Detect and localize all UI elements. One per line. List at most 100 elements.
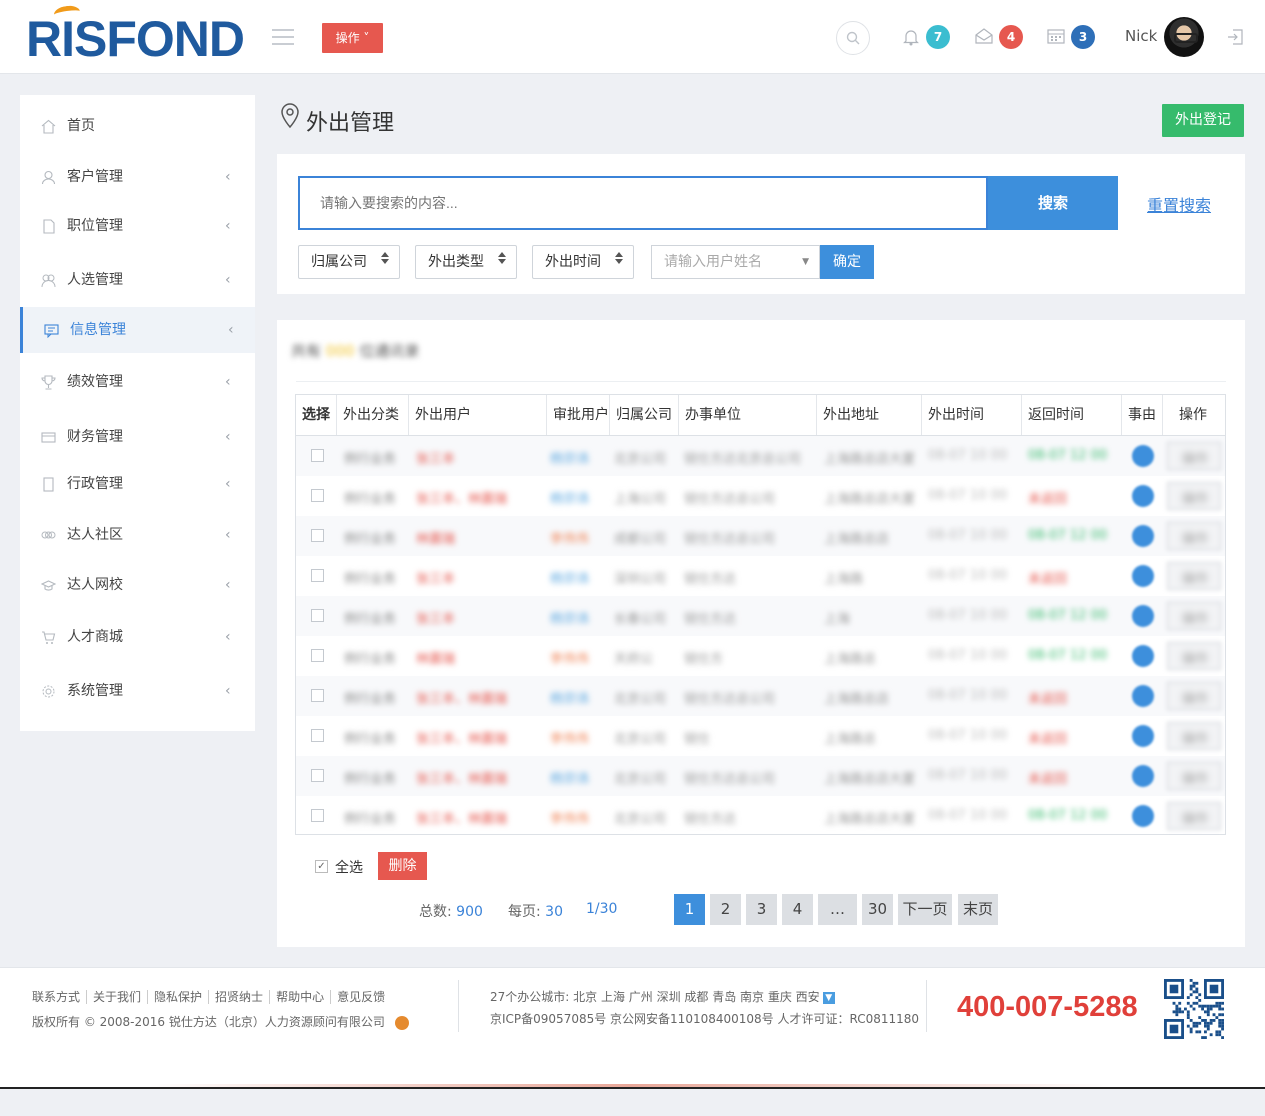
row-checkbox[interactable] xyxy=(311,689,324,702)
cell-type: 例行业务 xyxy=(344,492,397,507)
cell-user: 张三丰、林震瑞 xyxy=(416,812,508,827)
sidebar-item[interactable]: 职位管理 ‹ xyxy=(20,203,255,249)
row-checkbox[interactable] xyxy=(311,529,324,542)
company-select[interactable]: 归属公司 xyxy=(298,245,400,279)
reason-icon[interactable] xyxy=(1132,445,1154,467)
icp-info: 京ICP备09057085号 京公网安备110108400108号 人才许可证：… xyxy=(490,1012,920,1026)
reason-icon[interactable] xyxy=(1132,645,1154,667)
sidebar-item[interactable]: 人选管理 ‹ xyxy=(20,257,255,303)
out-type-select[interactable]: 外出类型 xyxy=(415,245,517,279)
logout-icon[interactable] xyxy=(1226,28,1244,46)
row-action-button[interactable]: 操作 xyxy=(1167,562,1221,590)
footer-link[interactable]: 招贤纳士 xyxy=(209,990,271,1004)
page-button[interactable]: 3 xyxy=(746,894,777,925)
cell-address: 上海路总店 xyxy=(824,692,890,707)
page-button[interactable]: 30 xyxy=(862,894,893,925)
footer-link[interactable]: 关于我们 xyxy=(87,990,149,1004)
row-checkbox[interactable] xyxy=(311,729,324,742)
sidebar-item[interactable]: 财务管理 ‹ xyxy=(20,414,255,460)
sidebar-item[interactable]: 系统管理 ‹ xyxy=(20,668,255,714)
sidebar-item-label: 人才商城 xyxy=(67,629,123,645)
delete-button[interactable]: 删除 xyxy=(378,852,427,880)
row-checkbox[interactable] xyxy=(311,809,324,822)
footer-link[interactable]: 帮助中心 xyxy=(270,990,332,1004)
reason-icon[interactable] xyxy=(1132,525,1154,547)
cell-type: 例行业务 xyxy=(344,812,397,827)
notification-badge[interactable]: 7 xyxy=(926,25,950,49)
page-button[interactable]: 下一页 xyxy=(898,894,952,925)
row-action-button[interactable]: 操作 xyxy=(1167,442,1221,470)
footer-link[interactable]: 隐私保护 xyxy=(148,990,210,1004)
page-info: 1/30 xyxy=(586,901,618,917)
calendar-badge[interactable]: 3 xyxy=(1071,25,1095,49)
row-action-button[interactable]: 操作 xyxy=(1167,602,1221,630)
graduation-icon xyxy=(41,580,56,591)
search-icon[interactable] xyxy=(836,21,870,55)
cell-approver: 杨宗讳 xyxy=(550,572,590,587)
cell-unit: 锐仕 xyxy=(684,732,711,747)
reset-search-link[interactable]: 重置搜索 xyxy=(1147,192,1211,216)
search-button[interactable]: 搜索 xyxy=(988,176,1118,230)
row-action-button[interactable]: 操作 xyxy=(1167,682,1221,710)
confirm-button[interactable]: 确定 xyxy=(820,245,874,279)
cell-approver: 李伟伟 xyxy=(550,732,590,747)
register-out-button[interactable]: 外出登记 xyxy=(1162,104,1244,137)
row-action-button[interactable]: 操作 xyxy=(1167,722,1221,750)
reason-icon[interactable] xyxy=(1132,485,1154,507)
sidebar-item[interactable]: 行政管理 ‹ xyxy=(20,461,255,507)
footer-link[interactable]: 意见反馈 xyxy=(331,990,391,1004)
cell-type: 例行业务 xyxy=(344,612,397,627)
page-button[interactable]: 1 xyxy=(674,894,705,925)
avatar[interactable] xyxy=(1164,17,1204,57)
sidebar-item[interactable]: 客户管理 ‹ xyxy=(20,154,255,200)
logo[interactable]: RISFOND xyxy=(26,4,245,68)
page-button[interactable]: 4 xyxy=(782,894,813,925)
cell-unit: 锐仕方达 xyxy=(684,572,737,587)
row-action-button[interactable]: 操作 xyxy=(1167,482,1221,510)
username-input[interactable]: 请输入用户姓名 ▼ xyxy=(651,245,820,279)
chevron-left-icon: ‹ xyxy=(225,683,231,699)
reason-icon[interactable] xyxy=(1132,725,1154,747)
row-checkbox[interactable] xyxy=(311,489,324,502)
operation-dropdown-button[interactable]: 操作 ˅ xyxy=(322,23,383,53)
reason-icon[interactable] xyxy=(1132,685,1154,707)
row-action-button[interactable]: 操作 xyxy=(1167,802,1221,830)
sidebar-item[interactable]: 绩效管理 ‹ xyxy=(20,359,255,405)
menu-toggle-icon[interactable] xyxy=(272,29,294,45)
out-time-select[interactable]: 外出时间 xyxy=(532,245,634,279)
page-button[interactable]: 2 xyxy=(710,894,741,925)
row-action-button[interactable]: 操作 xyxy=(1167,762,1221,790)
user-name[interactable]: Nick xyxy=(1125,27,1157,45)
reason-icon[interactable] xyxy=(1132,805,1154,827)
footer-link[interactable]: 联系方式 xyxy=(32,990,88,1004)
mail-icon[interactable] xyxy=(975,28,993,44)
sidebar-item[interactable]: 信息管理 ‹ xyxy=(20,307,255,353)
page-button[interactable]: … xyxy=(818,894,857,925)
calendar-icon[interactable] xyxy=(1047,28,1065,44)
row-action-button[interactable]: 操作 xyxy=(1167,522,1221,550)
sidebar-item[interactable]: 达人社区 ‹ xyxy=(20,512,255,558)
sidebar-item[interactable]: 人才商城 ‹ xyxy=(20,614,255,660)
sidebar-item[interactable]: 首页 xyxy=(20,103,255,149)
sidebar-item[interactable]: 达人网校 ‹ xyxy=(20,562,255,608)
search-input[interactable] xyxy=(300,178,986,228)
row-checkbox[interactable] xyxy=(311,569,324,582)
cell-user: 张三丰 xyxy=(416,452,456,467)
row-checkbox[interactable] xyxy=(311,649,324,662)
dropdown-icon[interactable]: ▼ xyxy=(822,991,835,1004)
select-all-checkbox[interactable]: ✓ xyxy=(315,860,328,873)
page-button[interactable]: 末页 xyxy=(958,894,998,925)
cell-approver: 李伟伟 xyxy=(550,532,590,547)
row-checkbox[interactable] xyxy=(311,449,324,462)
row-checkbox[interactable] xyxy=(311,769,324,782)
select-all-label[interactable]: 全选 xyxy=(335,857,363,877)
reason-icon[interactable] xyxy=(1132,605,1154,627)
mail-badge[interactable]: 4 xyxy=(999,25,1023,49)
footer-links: 联系方式 关于我们 隐私保护 招贤纳士 帮助中心 意见反馈 xyxy=(32,988,391,1005)
row-checkbox[interactable] xyxy=(311,609,324,622)
bell-icon[interactable] xyxy=(903,28,919,46)
reason-icon[interactable] xyxy=(1132,565,1154,587)
row-action-button[interactable]: 操作 xyxy=(1167,642,1221,670)
reason-icon[interactable] xyxy=(1132,765,1154,787)
cell-user: 林震瑞 xyxy=(416,652,456,667)
